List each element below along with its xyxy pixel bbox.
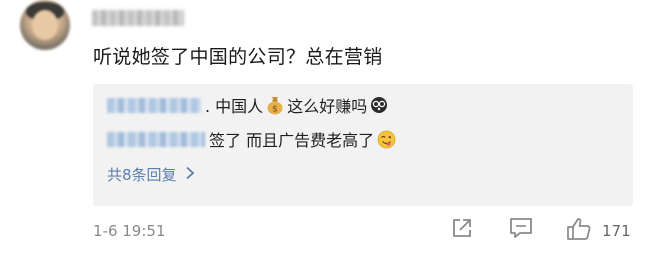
avatar-face <box>32 10 58 40</box>
like-icon <box>566 216 592 246</box>
comment-card: 听说她签了中国的公司？总在营销 . 中国人 $ 这么好赚吗 签了 而且广告费老高… <box>0 0 650 256</box>
money-bag-icon: $ <box>266 95 284 115</box>
reply-username-blurred[interactable] <box>107 97 201 113</box>
share-button[interactable] <box>450 216 474 244</box>
chevron-right-icon <box>185 166 195 184</box>
comment-text: 听说她签了中国的公司？总在营销 <box>93 46 383 68</box>
reply-item[interactable]: 签了 而且广告费老高了 <box>107 128 399 150</box>
username-blurred[interactable] <box>92 10 184 26</box>
reply-username-blurred[interactable] <box>107 131 205 147</box>
wink-tongue-icon <box>377 130 396 149</box>
reply-text-part: 签了 而且广告费老高了 <box>209 131 375 150</box>
reply-item[interactable]: . 中国人 $ 这么好赚吗 <box>107 94 391 116</box>
share-icon <box>450 216 474 244</box>
more-replies-label: 共8条回复 <box>107 166 177 184</box>
reply-text-part: . 中国人 <box>205 97 264 116</box>
avatar[interactable] <box>20 0 70 50</box>
comment-button[interactable] <box>508 216 534 244</box>
more-replies-link[interactable]: 共8条回复 <box>107 164 195 185</box>
reply-text-part: 这么好赚吗 <box>287 97 368 116</box>
timestamp: 1-6 19:51 <box>93 222 166 240</box>
replies-panel[interactable]: . 中国人 $ 这么好赚吗 签了 而且广告费老高了 共8条回复 <box>93 84 633 206</box>
dizzy-face-icon <box>370 96 388 114</box>
like-button[interactable]: 171 <box>566 216 631 246</box>
comment-icon <box>508 216 534 244</box>
like-count: 171 <box>602 222 631 240</box>
svg-text:$: $ <box>272 105 278 115</box>
